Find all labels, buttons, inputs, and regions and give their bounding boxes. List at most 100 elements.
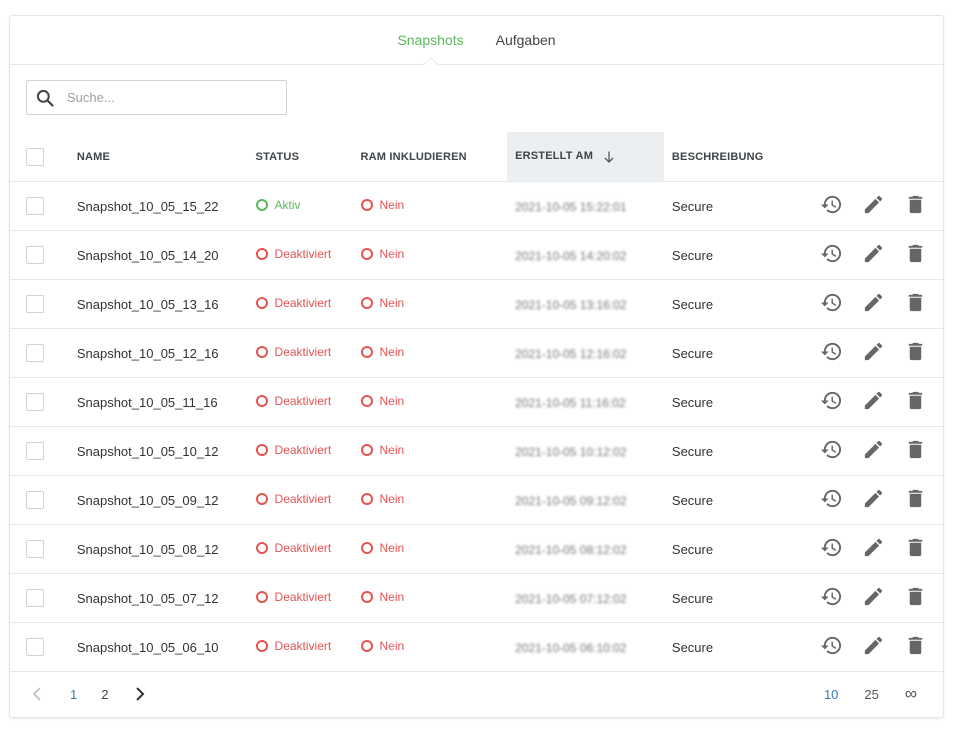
restore-icon[interactable] xyxy=(820,389,843,412)
status-label: Deaktiviert xyxy=(274,394,332,408)
delete-icon[interactable] xyxy=(904,536,927,559)
delete-icon[interactable] xyxy=(904,585,927,608)
edit-icon[interactable] xyxy=(862,389,885,412)
next-page-icon[interactable] xyxy=(132,686,148,702)
status-label: Deaktiviert xyxy=(274,443,332,457)
column-header-actions xyxy=(820,132,943,182)
table-row[interactable]: Snapshot_10_05_10_12 Deaktiviert Nein 20… xyxy=(10,426,943,476)
tab-snapshots[interactable]: Snapshots xyxy=(397,16,464,73)
restore-icon[interactable] xyxy=(820,438,843,461)
status-badge: Deaktiviert xyxy=(255,345,331,359)
row-checkbox[interactable] xyxy=(26,491,44,509)
row-checkbox[interactable] xyxy=(26,638,44,656)
row-name: Snapshot_10_05_09_12 xyxy=(76,475,256,525)
table-row[interactable]: Snapshot_10_05_08_12 Deaktiviert Nein 20… xyxy=(10,524,943,574)
status-label: Deaktiviert xyxy=(274,492,332,506)
restore-icon[interactable] xyxy=(820,634,843,657)
column-header-name[interactable]: NAME xyxy=(76,132,256,182)
status-badge: Deaktiviert xyxy=(255,443,332,457)
select-all-cell xyxy=(10,132,77,182)
ram-badge: Nein xyxy=(360,639,404,653)
delete-icon[interactable] xyxy=(904,634,927,657)
table-row[interactable]: Snapshot_10_05_07_12 Deaktiviert Nein 20… xyxy=(10,573,943,623)
restore-icon[interactable] xyxy=(820,242,843,265)
edit-icon[interactable] xyxy=(862,242,885,265)
row-checkbox[interactable] xyxy=(26,540,44,558)
restore-icon[interactable] xyxy=(820,487,843,510)
status-badge: Deaktiviert xyxy=(255,394,332,408)
ram-ring-icon xyxy=(360,346,373,358)
row-description: Secure xyxy=(663,426,820,476)
table-row[interactable]: Snapshot_10_05_12_16 Deaktiviert Nein 20… xyxy=(10,328,943,378)
table-row[interactable]: Snapshot_10_05_11_16 Deaktiviert Nein 20… xyxy=(10,377,943,427)
restore-icon[interactable] xyxy=(820,536,843,559)
delete-icon[interactable] xyxy=(904,340,927,363)
delete-icon[interactable] xyxy=(904,193,927,216)
row-checkbox[interactable] xyxy=(26,393,44,411)
restore-icon[interactable] xyxy=(820,291,843,314)
column-header-description[interactable]: BESCHREIBUNG xyxy=(663,132,820,182)
row-name: Snapshot_10_05_14_20 xyxy=(76,230,256,280)
delete-icon[interactable] xyxy=(904,291,927,314)
row-ram-cell: Nein xyxy=(360,279,508,329)
table-row[interactable]: Snapshot_10_05_15_22 Aktiv Nein 2021-10-… xyxy=(10,181,943,231)
row-ram-cell: Nein xyxy=(360,573,508,623)
row-ram-cell: Nein xyxy=(360,475,508,525)
table-row[interactable]: Snapshot_10_05_13_16 Deaktiviert Nein 20… xyxy=(10,279,943,329)
search-input[interactable] xyxy=(65,89,279,106)
page-2-button[interactable]: 2 xyxy=(101,687,108,702)
status-badge: Deaktiviert xyxy=(255,296,331,310)
ram-ring-icon xyxy=(360,542,373,554)
select-all-checkbox[interactable] xyxy=(26,147,44,166)
table-row[interactable]: Snapshot_10_05_06_10 Deaktiviert Nein 20… xyxy=(10,622,943,672)
row-checkbox[interactable] xyxy=(26,442,44,460)
column-header-status[interactable]: STATUS xyxy=(255,132,361,182)
row-checkbox[interactable] xyxy=(26,246,44,264)
edit-icon[interactable] xyxy=(862,487,885,510)
table-header-row: NAME STATUS RAM INKLUDIEREN ERSTELLT AM … xyxy=(10,132,943,182)
edit-icon[interactable] xyxy=(862,585,885,608)
row-created-cell: 2021-10-05 11:16:02 xyxy=(507,377,664,427)
column-header-ram[interactable]: RAM INKLUDIEREN xyxy=(360,132,508,182)
ram-badge: Nein xyxy=(360,590,405,604)
row-actions-cell xyxy=(820,181,943,231)
row-checkbox[interactable] xyxy=(26,589,44,607)
row-created-cell: 2021-10-05 12:16:02 xyxy=(507,328,664,378)
edit-icon[interactable] xyxy=(862,291,885,314)
status-ring-icon xyxy=(255,591,268,603)
row-actions xyxy=(820,340,927,363)
edit-icon[interactable] xyxy=(862,536,885,559)
page-size-10[interactable]: 10 xyxy=(824,687,838,702)
table-row[interactable]: Snapshot_10_05_14_20 Deaktiviert Nein 20… xyxy=(10,230,943,280)
page-size-selector: 10 25 ∞ xyxy=(824,684,917,704)
ram-label: Nein xyxy=(379,590,405,604)
restore-icon[interactable] xyxy=(820,585,843,608)
delete-icon[interactable] xyxy=(904,389,927,412)
page-size-all[interactable]: ∞ xyxy=(905,684,917,704)
edit-icon[interactable] xyxy=(862,438,885,461)
column-header-created[interactable]: ERSTELLT AM xyxy=(507,132,664,182)
delete-icon[interactable] xyxy=(904,242,927,265)
row-status-cell: Deaktiviert xyxy=(255,622,361,672)
created-date: 2021-10-05 09:12:02 xyxy=(515,493,627,508)
edit-icon[interactable] xyxy=(862,340,885,363)
page-size-25[interactable]: 25 xyxy=(864,687,878,702)
table-row[interactable]: Snapshot_10_05_09_12 Deaktiviert Nein 20… xyxy=(10,475,943,525)
restore-icon[interactable] xyxy=(820,340,843,363)
restore-icon[interactable] xyxy=(820,193,843,216)
search-box xyxy=(26,80,287,115)
row-actions-cell xyxy=(820,279,943,329)
page-1-button[interactable]: 1 xyxy=(70,687,77,702)
row-checkbox[interactable] xyxy=(26,295,44,313)
previous-page-icon[interactable] xyxy=(30,686,46,702)
row-checkbox[interactable] xyxy=(26,197,44,215)
delete-icon[interactable] xyxy=(904,438,927,461)
status-badge: Aktiv xyxy=(255,198,301,212)
delete-icon[interactable] xyxy=(904,487,927,510)
edit-icon[interactable] xyxy=(862,193,885,216)
ram-label: Nein xyxy=(379,198,405,212)
tab-aufgaben[interactable]: Aufgaben xyxy=(496,16,556,64)
row-checkbox[interactable] xyxy=(26,344,44,362)
ram-badge: Nein xyxy=(360,247,404,261)
edit-icon[interactable] xyxy=(862,634,885,657)
